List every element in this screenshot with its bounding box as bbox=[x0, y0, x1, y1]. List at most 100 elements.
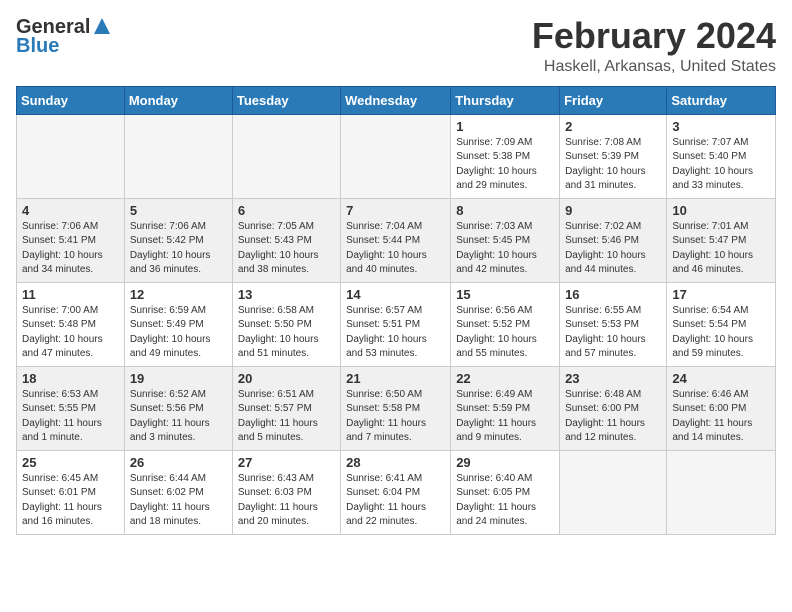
calendar-day-cell: 28Sunrise: 6:41 AMSunset: 6:04 PMDayligh… bbox=[341, 450, 451, 534]
logo-blue-text: Blue bbox=[16, 35, 59, 58]
weekday-header: Friday bbox=[560, 86, 667, 114]
calendar-day-cell bbox=[341, 114, 451, 198]
day-info: Sunrise: 7:06 AMSunset: 5:42 PMDaylight:… bbox=[130, 220, 227, 278]
day-number: 11 bbox=[22, 287, 119, 302]
day-info: Sunrise: 7:09 AMSunset: 5:38 PMDaylight:… bbox=[456, 136, 554, 194]
day-info: Sunrise: 6:45 AMSunset: 6:01 PMDaylight:… bbox=[22, 472, 119, 530]
day-info: Sunrise: 7:04 AMSunset: 5:44 PMDaylight:… bbox=[346, 220, 445, 278]
logo: General Blue bbox=[16, 16, 112, 58]
day-info: Sunrise: 6:41 AMSunset: 6:04 PMDaylight:… bbox=[346, 472, 445, 530]
day-info: Sunrise: 7:03 AMSunset: 5:45 PMDaylight:… bbox=[456, 220, 554, 278]
day-number: 20 bbox=[238, 371, 335, 386]
calendar-day-cell: 9 Sunrise: 7:02 AMSunset: 5:46 PMDaylight… bbox=[560, 198, 667, 282]
weekday-header: Wednesday bbox=[341, 86, 451, 114]
calendar-day-cell: 2 Sunrise: 7:08 AMSunset: 5:39 PMDaylight… bbox=[560, 114, 667, 198]
day-number: 22 bbox=[456, 371, 554, 386]
calendar-day-cell: 5 Sunrise: 7:06 AMSunset: 5:42 PMDaylight… bbox=[124, 198, 232, 282]
page-header: General Blue February 2024 Haskell, Arka… bbox=[16, 16, 776, 76]
calendar-day-cell: 8 Sunrise: 7:03 AMSunset: 5:45 PMDaylight… bbox=[451, 198, 560, 282]
calendar-day-cell bbox=[560, 450, 667, 534]
weekday-header: Thursday bbox=[451, 86, 560, 114]
day-number: 5 bbox=[130, 203, 227, 218]
calendar-day-cell: 29Sunrise: 6:40 AMSunset: 6:05 PMDayligh… bbox=[451, 450, 560, 534]
day-number: 25 bbox=[22, 455, 119, 470]
logo-icon bbox=[92, 16, 112, 36]
day-number: 8 bbox=[456, 203, 554, 218]
calendar-week-row: 1 Sunrise: 7:09 AMSunset: 5:38 PMDaylight… bbox=[17, 114, 776, 198]
location-title: Haskell, Arkansas, United States bbox=[532, 58, 776, 76]
day-info: Sunrise: 6:46 AMSunset: 6:00 PMDaylight:… bbox=[672, 388, 770, 446]
day-info: Sunrise: 6:56 AMSunset: 5:52 PMDaylight:… bbox=[456, 304, 554, 362]
day-number: 27 bbox=[238, 455, 335, 470]
day-number: 26 bbox=[130, 455, 227, 470]
day-number: 23 bbox=[565, 371, 661, 386]
calendar-day-cell bbox=[124, 114, 232, 198]
day-number: 18 bbox=[22, 371, 119, 386]
calendar-day-cell: 20 Sunrise: 6:51 AMSunset: 5:57 PMDayligh… bbox=[232, 366, 340, 450]
calendar-day-cell: 10 Sunrise: 7:01 AMSunset: 5:47 PMDayligh… bbox=[667, 198, 776, 282]
day-number: 19 bbox=[130, 371, 227, 386]
day-info: Sunrise: 7:07 AMSunset: 5:40 PMDaylight:… bbox=[672, 136, 770, 194]
calendar-day-cell: 12 Sunrise: 6:59 AMSunset: 5:49 PMDayligh… bbox=[124, 282, 232, 366]
calendar-day-cell: 4 Sunrise: 7:06 AMSunset: 5:41 PMDaylight… bbox=[17, 198, 125, 282]
weekday-header: Monday bbox=[124, 86, 232, 114]
calendar-day-cell: 6Sunrise: 7:05 AMSunset: 5:43 PMDaylight… bbox=[232, 198, 340, 282]
day-info: Sunrise: 7:08 AMSunset: 5:39 PMDaylight:… bbox=[565, 136, 661, 194]
day-number: 17 bbox=[672, 287, 770, 302]
calendar-day-cell bbox=[667, 450, 776, 534]
day-info: Sunrise: 6:58 AMSunset: 5:50 PMDaylight:… bbox=[238, 304, 335, 362]
day-number: 15 bbox=[456, 287, 554, 302]
day-info: Sunrise: 6:48 AMSunset: 6:00 PMDaylight:… bbox=[565, 388, 661, 446]
calendar-day-cell: 14 Sunrise: 6:57 AMSunset: 5:51 PMDayligh… bbox=[341, 282, 451, 366]
calendar-day-cell bbox=[232, 114, 340, 198]
calendar-day-cell: 3 Sunrise: 7:07 AMSunset: 5:40 PMDaylight… bbox=[667, 114, 776, 198]
day-number: 21 bbox=[346, 371, 445, 386]
day-info: Sunrise: 7:00 AMSunset: 5:48 PMDaylight:… bbox=[22, 304, 119, 362]
title-block: February 2024 Haskell, Arkansas, United … bbox=[532, 16, 776, 76]
calendar-week-row: 11 Sunrise: 7:00 AMSunset: 5:48 PMDayligh… bbox=[17, 282, 776, 366]
day-number: 1 bbox=[456, 119, 554, 134]
day-number: 13 bbox=[238, 287, 335, 302]
day-number: 16 bbox=[565, 287, 661, 302]
calendar-day-cell: 13 Sunrise: 6:58 AMSunset: 5:50 PMDayligh… bbox=[232, 282, 340, 366]
day-info: Sunrise: 6:57 AMSunset: 5:51 PMDaylight:… bbox=[346, 304, 445, 362]
day-number: 14 bbox=[346, 287, 445, 302]
day-info: Sunrise: 6:59 AMSunset: 5:49 PMDaylight:… bbox=[130, 304, 227, 362]
calendar-day-cell: 23 Sunrise: 6:48 AMSunset: 6:00 PMDayligh… bbox=[560, 366, 667, 450]
calendar-day-cell: 17 Sunrise: 6:54 AMSunset: 5:54 PMDayligh… bbox=[667, 282, 776, 366]
calendar-day-cell: 24 Sunrise: 6:46 AMSunset: 6:00 PMDayligh… bbox=[667, 366, 776, 450]
day-info: Sunrise: 6:50 AMSunset: 5:58 PMDaylight:… bbox=[346, 388, 445, 446]
calendar-day-cell: 22 Sunrise: 6:49 AMSunset: 5:59 PMDayligh… bbox=[451, 366, 560, 450]
day-info: Sunrise: 6:51 AMSunset: 5:57 PMDaylight:… bbox=[238, 388, 335, 446]
header-row: SundayMondayTuesdayWednesdayThursdayFrid… bbox=[17, 86, 776, 114]
month-title: February 2024 bbox=[532, 16, 776, 56]
calendar-week-row: 25 Sunrise: 6:45 AMSunset: 6:01 PMDayligh… bbox=[17, 450, 776, 534]
day-number: 2 bbox=[565, 119, 661, 134]
day-info: Sunrise: 7:02 AMSunset: 5:46 PMDaylight:… bbox=[565, 220, 661, 278]
day-info: Sunrise: 6:52 AMSunset: 5:56 PMDaylight:… bbox=[130, 388, 227, 446]
day-info: Sunrise: 6:54 AMSunset: 5:54 PMDaylight:… bbox=[672, 304, 770, 362]
day-number: 9 bbox=[565, 203, 661, 218]
day-info: Sunrise: 6:44 AMSunset: 6:02 PMDaylight:… bbox=[130, 472, 227, 530]
day-info: Sunrise: 6:49 AMSunset: 5:59 PMDaylight:… bbox=[456, 388, 554, 446]
calendar-day-cell: 26 Sunrise: 6:44 AMSunset: 6:02 PMDayligh… bbox=[124, 450, 232, 534]
calendar-day-cell: 27 Sunrise: 6:43 AMSunset: 6:03 PMDayligh… bbox=[232, 450, 340, 534]
day-info: Sunrise: 6:43 AMSunset: 6:03 PMDaylight:… bbox=[238, 472, 335, 530]
weekday-header: Sunday bbox=[17, 86, 125, 114]
weekday-header: Saturday bbox=[667, 86, 776, 114]
day-number: 4 bbox=[22, 203, 119, 218]
calendar-day-cell: 7 Sunrise: 7:04 AMSunset: 5:44 PMDaylight… bbox=[341, 198, 451, 282]
day-info: Sunrise: 7:06 AMSunset: 5:41 PMDaylight:… bbox=[22, 220, 119, 278]
day-number: 10 bbox=[672, 203, 770, 218]
day-number: 3 bbox=[672, 119, 770, 134]
calendar-day-cell: 21 Sunrise: 6:50 AMSunset: 5:58 PMDayligh… bbox=[341, 366, 451, 450]
day-info: Sunrise: 7:01 AMSunset: 5:47 PMDaylight:… bbox=[672, 220, 770, 278]
calendar-day-cell: 15 Sunrise: 6:56 AMSunset: 5:52 PMDayligh… bbox=[451, 282, 560, 366]
day-number: 24 bbox=[672, 371, 770, 386]
calendar-day-cell: 18 Sunrise: 6:53 AMSunset: 5:55 PMDayligh… bbox=[17, 366, 125, 450]
day-info: Sunrise: 6:53 AMSunset: 5:55 PMDaylight:… bbox=[22, 388, 119, 446]
day-number: 12 bbox=[130, 287, 227, 302]
day-number: 7 bbox=[346, 203, 445, 218]
calendar-week-row: 18 Sunrise: 6:53 AMSunset: 5:55 PMDayligh… bbox=[17, 366, 776, 450]
calendar-day-cell: 16Sunrise: 6:55 AMSunset: 5:53 PMDayligh… bbox=[560, 282, 667, 366]
